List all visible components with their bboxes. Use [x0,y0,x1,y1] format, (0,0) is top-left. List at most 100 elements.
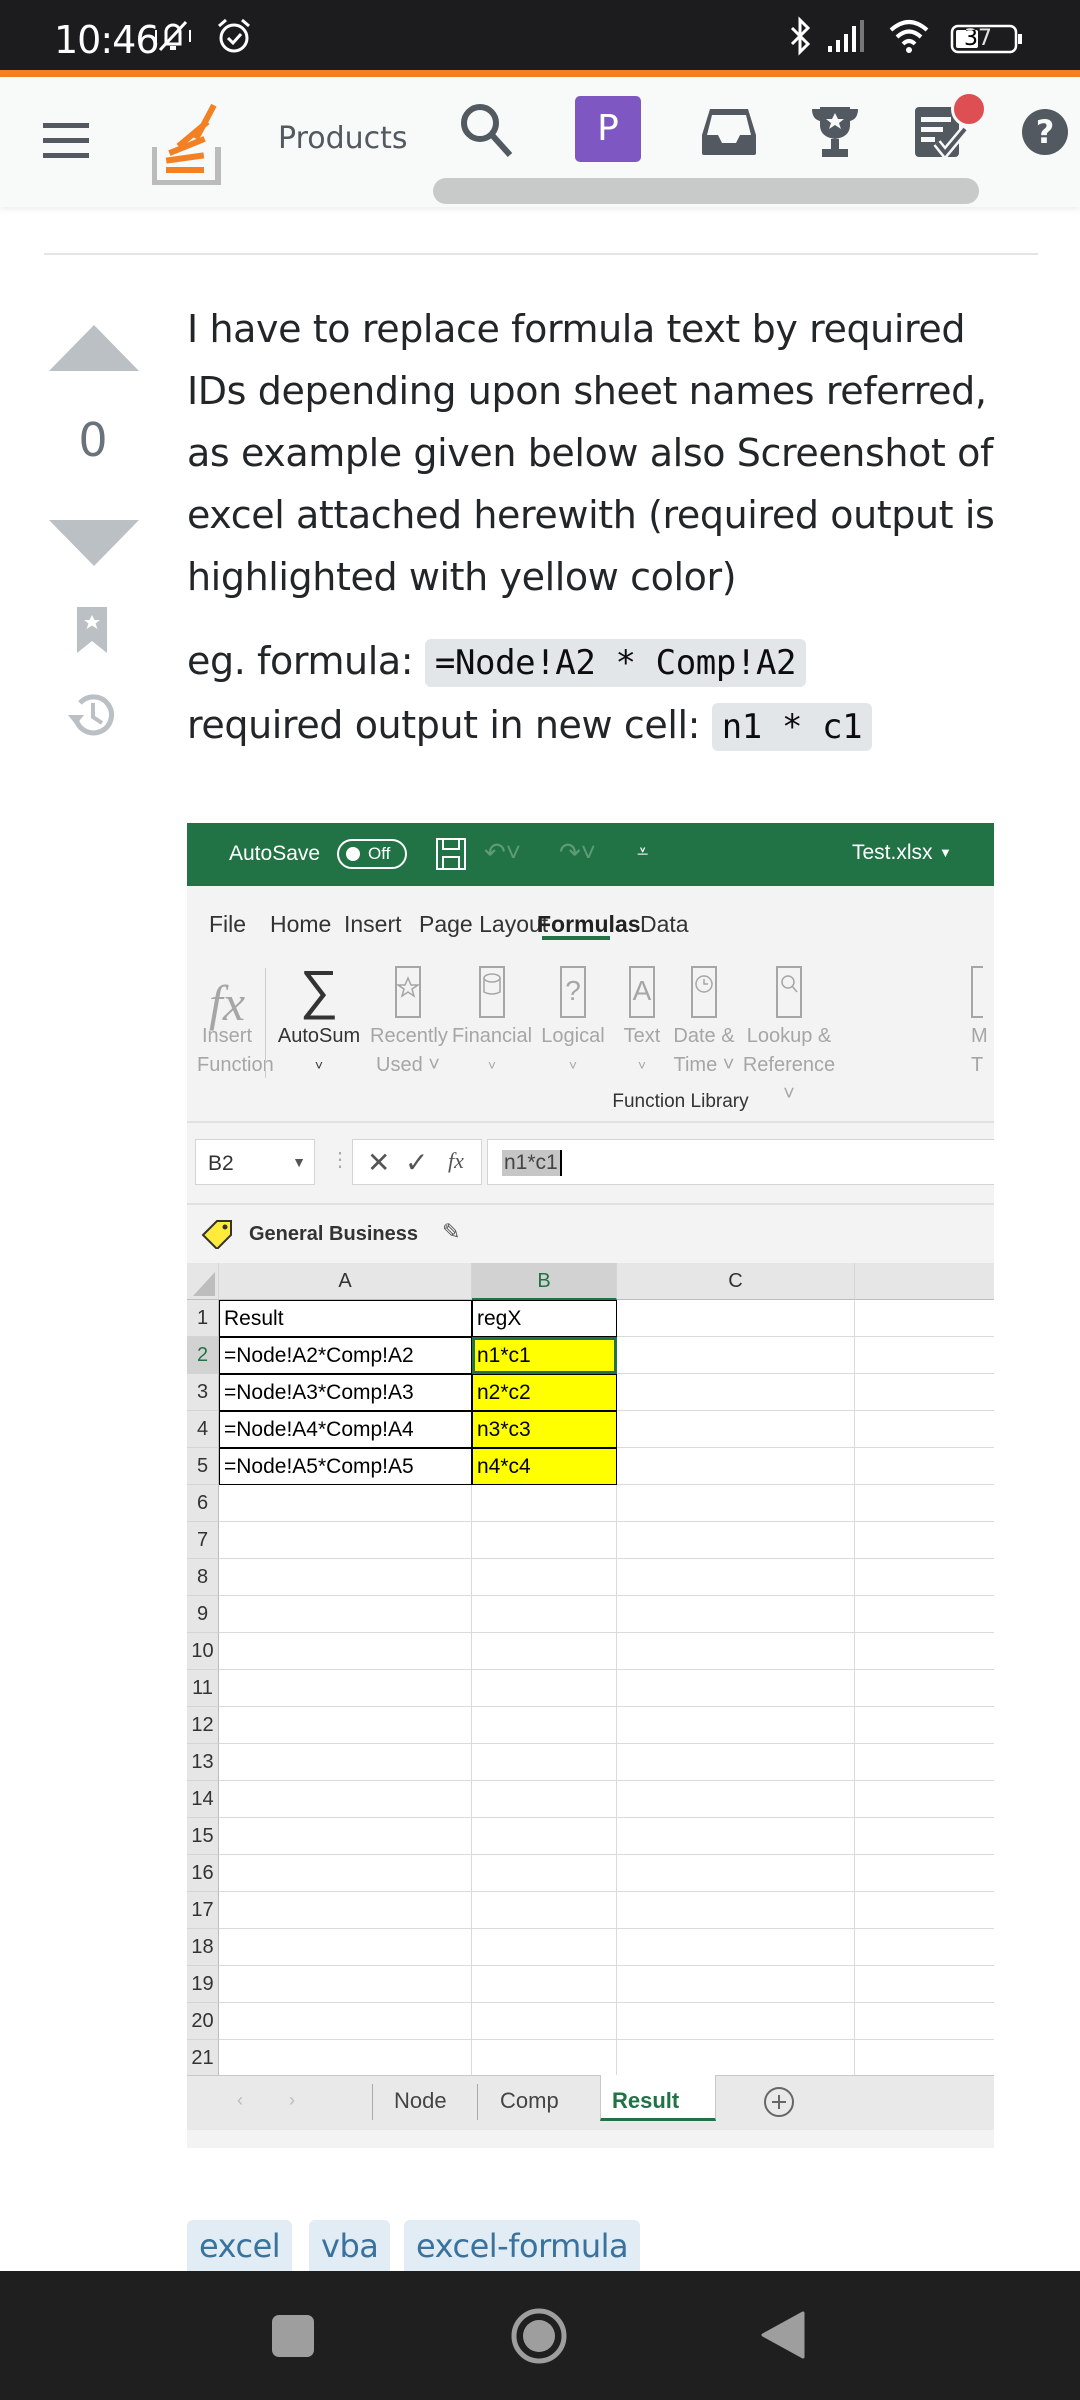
edit-icon: ✎ [442,1219,461,1244]
history-icon[interactable] [66,689,118,746]
column-header-b: B [472,1263,617,1300]
autosum-label: AutoSum [277,1025,361,1047]
user-avatar[interactable]: P [575,96,641,162]
financial-label: Financial [451,1025,533,1047]
horizontal-scrollbar[interactable] [433,178,979,204]
cell-a9 [219,1596,472,1633]
review-queue-icon[interactable] [915,91,987,164]
inbox-icon[interactable] [700,107,758,162]
tag-excel[interactable]: excel [187,2220,293,2272]
sheet-separator [477,2084,478,2120]
search-icon[interactable] [458,101,516,164]
row-header: 13 [187,1744,219,1781]
chevron-down-icon: ▼ [292,1154,306,1170]
cell-c9 [617,1596,855,1633]
recents-button[interactable] [272,2315,314,2362]
cell-b7 [472,1522,617,1559]
upvote-button[interactable] [49,325,139,376]
function-library-ribbon: fx Insert Function ∑ AutoSum ˅ Recently … [187,948,994,1123]
alarm-icon [214,16,254,61]
row-header: 20 [187,2003,219,2040]
sheet-tab-result: Result [612,2088,680,2113]
text-label: Text [623,1025,661,1047]
wifi-icon [887,16,931,61]
formula-line: eg. formula: =Node!A2 * Comp!A2 [187,630,1017,694]
column-header-d: D [855,1263,994,1300]
cell-d12 [855,1707,994,1744]
lookup-reference-button: Lookup & Reference ˅ [739,958,839,1109]
cell-a17 [219,1892,472,1929]
cell-d3 [855,1374,994,1411]
lookup-label-2: Reference [742,1054,836,1076]
tag-vba[interactable]: vba [309,2220,391,2272]
divider [44,253,1038,255]
formula-code: =Node!A2 * Comp!A2 [424,639,807,687]
row-header: 18 [187,1929,219,1966]
tab-formulas: Formulas [537,911,641,937]
cell-a7 [219,1522,472,1559]
stackoverflow-logo[interactable] [151,103,224,190]
cell-c16 [617,1855,855,1892]
cell-d7 [855,1522,994,1559]
help-icon[interactable]: ? [1020,107,1070,162]
cell-d6 [855,1485,994,1522]
cell-a10 [219,1633,472,1670]
signal-icon [826,16,866,61]
output-label: required output in new cell: [187,703,701,747]
accent-bar [0,70,1080,77]
tag-excel-formula[interactable]: excel-formula [404,2220,641,2272]
cell-c20 [617,2003,855,2040]
cell-a1: Result [219,1300,472,1337]
insert-function-label-2: Function [197,1054,274,1076]
cell-c7 [617,1522,855,1559]
cell-d8 [855,1559,994,1596]
svg-text:?: ? [1036,113,1055,151]
cell-d4 [855,1411,994,1448]
home-button[interactable] [510,2307,568,2370]
coins-book-icon [449,958,535,1018]
tab-file: File [209,911,247,937]
chevron-right-icon: › [289,2090,295,2110]
cell-a15 [219,1818,472,1855]
cell-d11 [855,1670,994,1707]
active-tab-indicator [542,936,610,940]
cell-b18 [472,1929,617,1966]
excel-screenshot[interactable]: AutoSave Off ↶˅ ↷˅ ⩡ Test.xlsx ▼ File Ho… [187,823,994,2148]
more-label-2: T [971,1054,984,1076]
row-header: 9 [187,1596,219,1633]
row-header: 16 [187,1855,219,1892]
top-navigation: Products P ? [0,77,1080,207]
lookup-label-1: Lookup & [746,1025,832,1047]
add-sheet-icon [763,2086,795,2123]
back-button[interactable] [761,2311,805,2364]
cell-a6 [219,1485,472,1522]
cell-d16 [855,1855,994,1892]
products-menu[interactable]: Products [278,121,408,156]
sheet-tab-comp: Comp [500,2088,559,2113]
column-header-c: C [617,1263,855,1300]
row-header: 21 [187,2040,219,2077]
row-header: 2 [187,1337,219,1374]
name-box-value: B2 [208,1152,234,1175]
achievements-icon[interactable] [810,105,860,164]
sheet-tab-bar: ‹ › Node Comp Result [187,2075,994,2130]
autosave-state: Off [368,844,391,863]
cell-c21 [617,2040,855,2077]
cell-c11 [617,1670,855,1707]
drag-handle-icon: ⋮ [330,1149,350,1171]
cell-d2 [855,1337,994,1374]
bookmark-icon[interactable] [77,607,107,658]
question-paragraph: I have to replace formula text by requir… [187,307,995,599]
cell-d21 [855,2040,994,2077]
clock-book-icon [670,958,738,1018]
cell-b4: n3*c3 [472,1411,617,1448]
column-header-a: A [219,1263,472,1300]
sigma-icon: ∑ [299,960,339,1020]
cell-d5 [855,1448,994,1485]
downvote-button[interactable] [49,520,139,571]
battery-level: 37 [964,26,992,51]
cell-a16 [219,1855,472,1892]
logical-button: ? Logical ˅ [535,958,611,1080]
magnifier-book-icon [739,958,839,1018]
menu-icon[interactable] [43,123,89,164]
